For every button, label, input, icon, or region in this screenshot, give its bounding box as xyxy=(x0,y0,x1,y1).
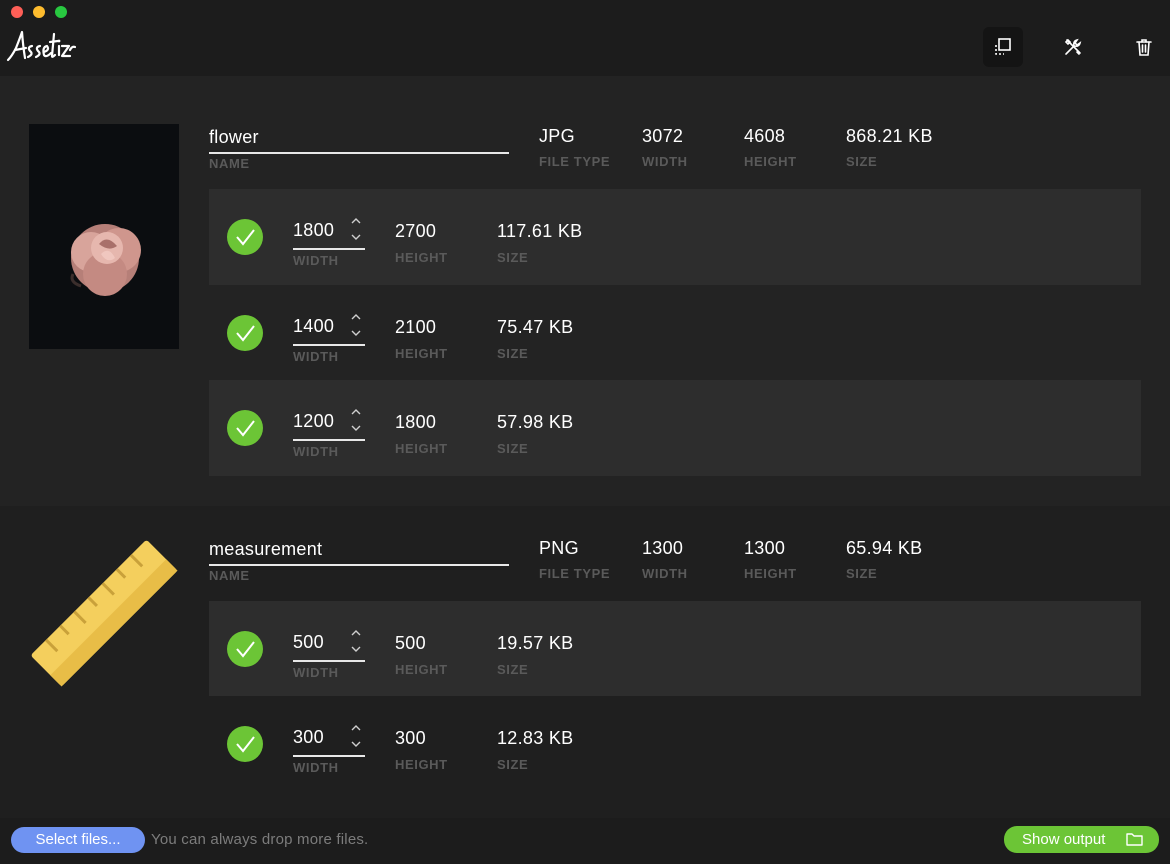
check-icon[interactable] xyxy=(227,631,263,667)
name-field[interactable]: measurement xyxy=(209,535,509,566)
variant-size-value: 19.57 KB xyxy=(497,633,574,653)
name-label: NAME xyxy=(209,156,250,171)
name-label: NAME xyxy=(209,568,250,583)
variant-row: 1200 WIDTH 1800 HEIGHT 57.98 KB SIZE xyxy=(209,380,1141,476)
width-value: 3072 xyxy=(642,126,684,146)
variant-row: 1400 WIDTH 2100 HEIGHT 75.47 KB SIZE xyxy=(209,285,1141,381)
width-label: WIDTH xyxy=(642,566,688,581)
variant-row: 1800 WIDTH 2700 HEIGHT 117.61 KB SIZE xyxy=(209,189,1141,285)
size-value: 868.21 KB xyxy=(846,126,933,146)
select-files-button[interactable]: Select files... xyxy=(11,827,145,853)
variant-size-label: SIZE xyxy=(497,441,529,456)
width-label: WIDTH xyxy=(642,154,688,169)
check-icon[interactable] xyxy=(227,315,263,351)
bottom-bar: Select files... You can always drop more… xyxy=(0,818,1170,864)
variant-size-label: SIZE xyxy=(497,250,529,265)
variant-size-value: 75.47 KB xyxy=(497,317,574,337)
file-type-value: JPG xyxy=(539,126,575,146)
size-label: SIZE xyxy=(846,154,878,169)
variant-row: 500 WIDTH 500 HEIGHT 19.57 KB SIZE xyxy=(209,601,1141,696)
stepper-icon[interactable] xyxy=(347,215,365,243)
stepper-icon[interactable] xyxy=(347,311,365,339)
resize-button[interactable] xyxy=(983,27,1023,67)
trash-icon xyxy=(1136,39,1152,56)
variant-height-value: 1800 xyxy=(395,412,437,432)
window-zoom-button[interactable] xyxy=(55,6,67,18)
variant-height-value: 2100 xyxy=(395,317,437,337)
variant-height-label: HEIGHT xyxy=(395,250,448,265)
height-value: 4608 xyxy=(744,126,786,146)
variant-height-label: HEIGHT xyxy=(395,346,448,361)
check-icon[interactable] xyxy=(227,219,263,255)
variant-size-value: 57.98 KB xyxy=(497,412,574,432)
width-value: 1300 xyxy=(642,538,684,558)
check-icon[interactable] xyxy=(227,726,263,762)
delete-button[interactable] xyxy=(1124,27,1164,67)
height-value: 1300 xyxy=(744,538,786,558)
variant-size-label: SIZE xyxy=(497,346,529,361)
drop-hint: You can always drop more files. xyxy=(151,831,369,848)
size-value: 65.94 KB xyxy=(846,538,923,558)
asset-row-measurement: measurement NAME PNG FILE TYPE 1300 WIDT… xyxy=(0,506,1170,818)
show-output-label: Show output xyxy=(1022,831,1106,848)
measurement-thumbnail xyxy=(31,540,178,687)
flower-thumbnail xyxy=(29,124,179,349)
variant-height-label: HEIGHT xyxy=(395,757,448,772)
file-type-value: PNG xyxy=(539,538,579,558)
variant-width-label: WIDTH xyxy=(293,253,339,268)
folder-icon xyxy=(1126,833,1143,846)
size-label: SIZE xyxy=(846,566,878,581)
variant-width-label: WIDTH xyxy=(293,349,339,364)
stepper-icon[interactable] xyxy=(347,722,365,750)
height-label: HEIGHT xyxy=(744,566,797,581)
file-type-label: FILE TYPE xyxy=(539,154,611,169)
stepper-icon[interactable] xyxy=(347,627,365,655)
show-output-button[interactable]: Show output xyxy=(1004,826,1159,853)
tools-button[interactable] xyxy=(1053,27,1093,67)
variant-size-label: SIZE xyxy=(497,662,529,677)
app-logo xyxy=(6,30,76,62)
check-icon[interactable] xyxy=(227,410,263,446)
variant-size-label: SIZE xyxy=(497,757,529,772)
asset-row-flower: flower NAME JPG FILE TYPE 3072 WIDTH 460… xyxy=(0,76,1170,506)
variant-row: 300 WIDTH 300 HEIGHT 12.83 KB SIZE xyxy=(209,696,1141,791)
variant-height-label: HEIGHT xyxy=(395,662,448,677)
variant-height-label: HEIGHT xyxy=(395,441,448,456)
variant-height-value: 500 xyxy=(395,633,426,653)
variant-height-value: 300 xyxy=(395,728,426,748)
window-close-button[interactable] xyxy=(11,6,23,18)
name-field[interactable]: flower xyxy=(209,123,509,154)
title-bar xyxy=(0,0,1170,76)
resize-icon xyxy=(995,38,1011,55)
height-label: HEIGHT xyxy=(744,154,797,169)
variant-width-label: WIDTH xyxy=(293,760,339,775)
window-minimize-button[interactable] xyxy=(33,6,45,18)
variant-width-label: WIDTH xyxy=(293,665,339,680)
stepper-icon[interactable] xyxy=(347,406,365,434)
variant-height-value: 2700 xyxy=(395,221,437,241)
variant-size-value: 117.61 KB xyxy=(497,221,583,241)
variant-size-value: 12.83 KB xyxy=(497,728,574,748)
tools-icon xyxy=(1064,38,1082,55)
variant-width-label: WIDTH xyxy=(293,444,339,459)
file-type-label: FILE TYPE xyxy=(539,566,611,581)
